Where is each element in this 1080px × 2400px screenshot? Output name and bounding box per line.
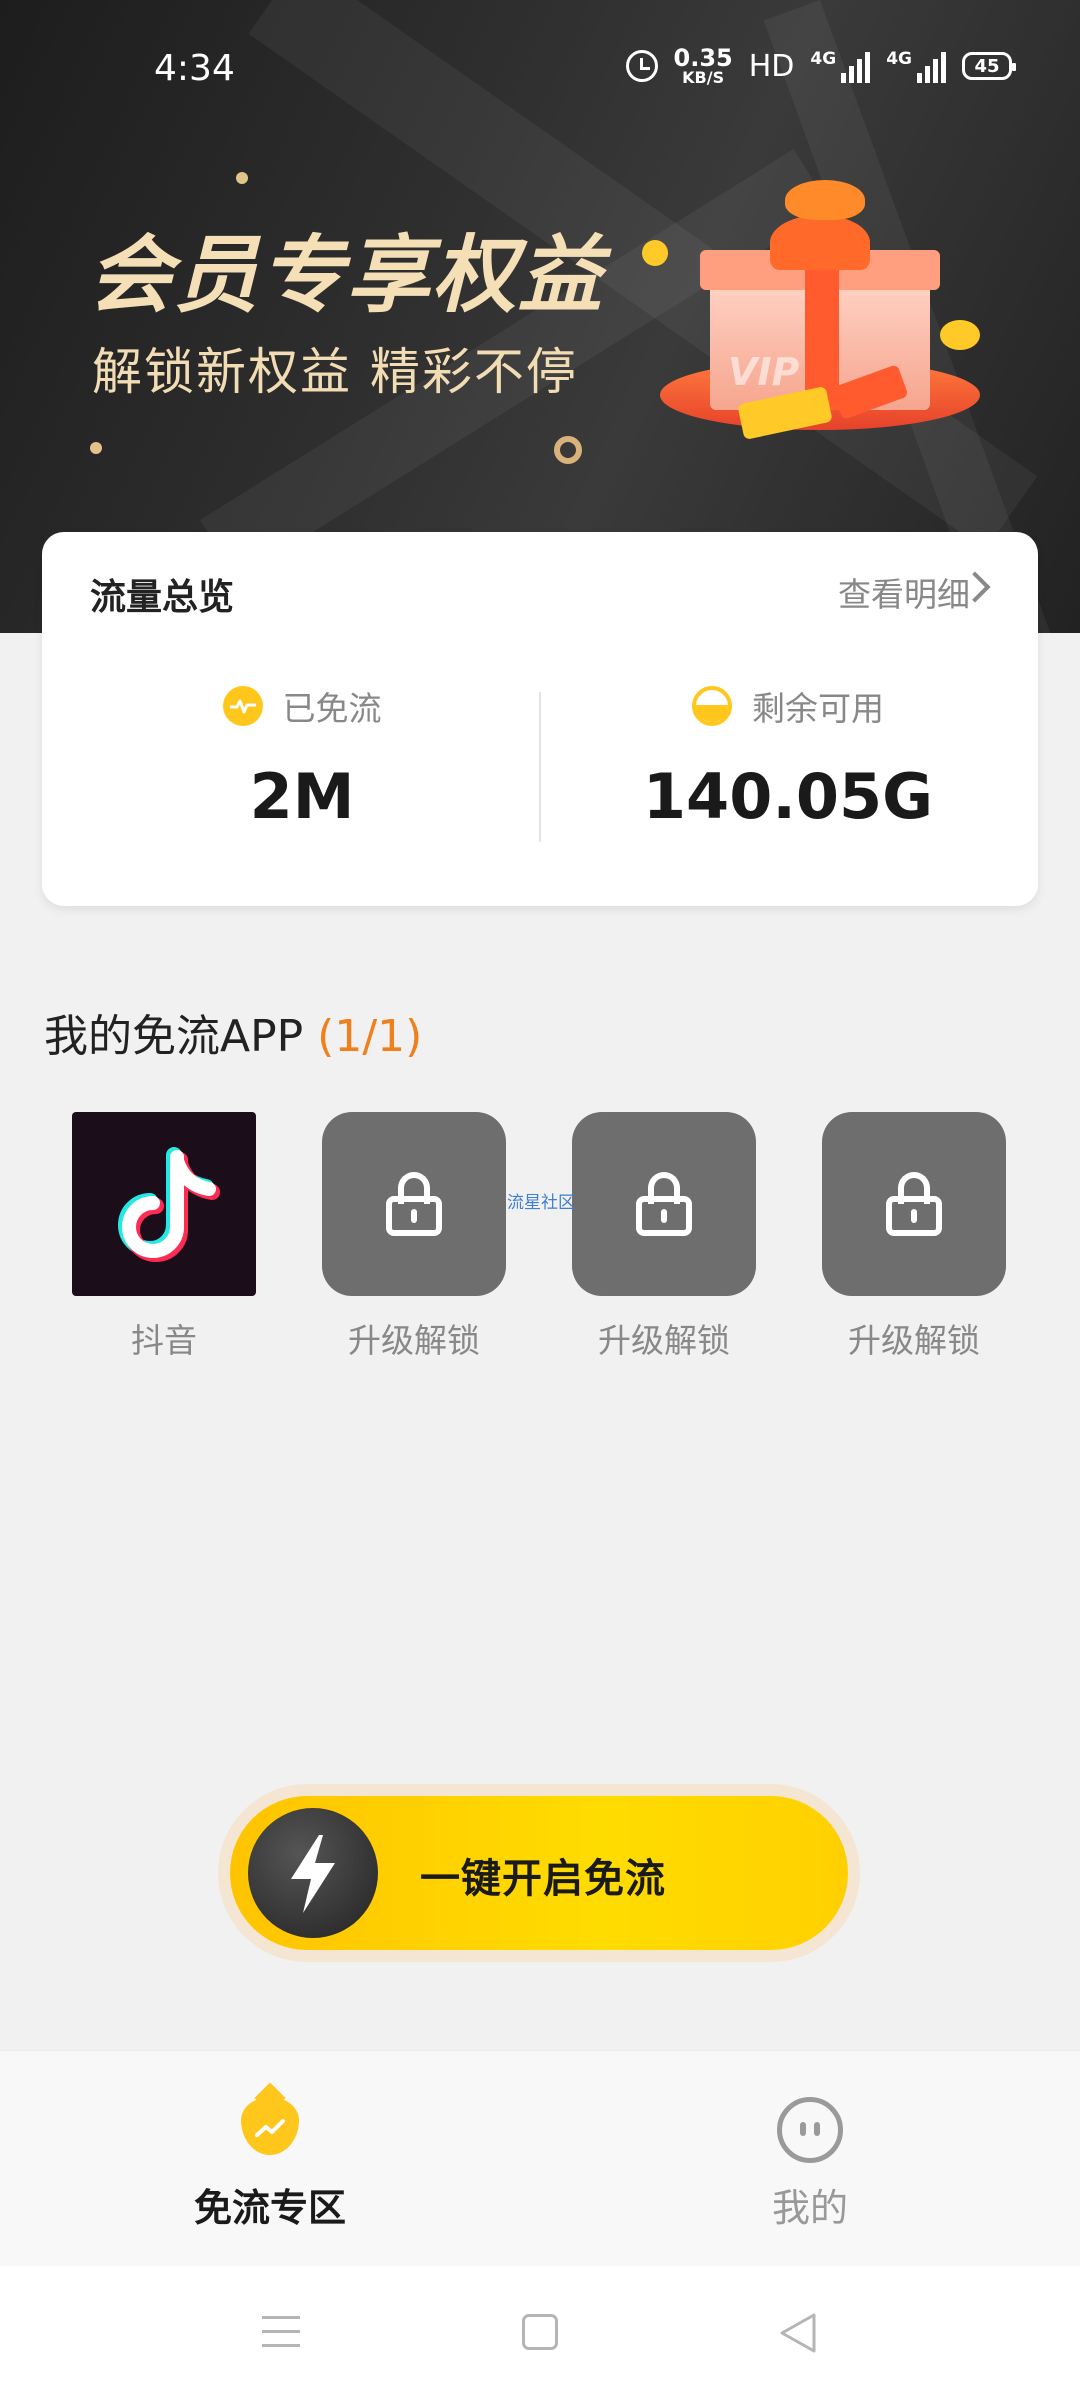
home-square-icon[interactable]: [522, 2314, 558, 2350]
enable-free-traffic-button[interactable]: 一键开启免流: [230, 1796, 848, 1950]
status-icons: 0.35 KB/S HD 4G 4G 45: [625, 46, 1016, 86]
bottom-tab-bar: 免流专区 我的: [0, 2050, 1080, 2266]
sim2-network-type: 4G: [886, 49, 912, 69]
status-bar: 4:34 0.35 KB/S HD 4G 4G 45: [0, 38, 1080, 100]
tab-free-traffic-zone[interactable]: 免流专区: [150, 2097, 390, 2232]
card-divider: [539, 692, 541, 842]
sim1-network-type: 4G: [810, 49, 837, 69]
pulse-icon: [222, 686, 263, 726]
app-name: 抖音: [131, 1321, 197, 1360]
app-item-locked[interactable]: 升级解锁: [822, 1112, 1006, 1362]
sim1-signal-icon: 4G: [810, 49, 871, 83]
alarm-icon: [625, 50, 658, 82]
banner-title: 会员专享权益: [88, 226, 605, 324]
lightning-bolt-icon: [248, 1808, 378, 1938]
decor-dot: [236, 172, 248, 184]
smiley-face-icon: [777, 2097, 843, 2163]
battery-icon: 45: [962, 52, 1016, 80]
app-name: 升级解锁: [598, 1321, 730, 1360]
network-speed-unit: KB/S: [682, 68, 725, 87]
sim2-signal-icon: 4G: [886, 49, 946, 83]
lock-icon: [386, 1172, 442, 1236]
enable-free-traffic-label: 一键开启免流: [420, 1856, 666, 1902]
back-triangle-icon[interactable]: [778, 2312, 818, 2354]
view-details-link[interactable]: 查看明细: [838, 568, 970, 616]
my-apps-count: (1/1): [317, 1011, 423, 1062]
half-fill-icon: [692, 686, 732, 726]
app-item-locked[interactable]: 升级解锁: [322, 1112, 506, 1362]
gift-box-illustration: VIP: [640, 160, 1000, 460]
system-navigation-bar: [0, 2266, 1080, 2400]
traffic-overview-title: 流量总览: [90, 577, 235, 618]
hd-voice-indicator: HD: [748, 48, 795, 84]
used-traffic-value: 2M: [249, 760, 355, 833]
locked-app-tile[interactable]: [572, 1112, 756, 1296]
remaining-traffic-stat: 剩余可用 140.05G: [588, 682, 988, 833]
vip-label: VIP: [728, 350, 800, 394]
remaining-traffic-label: 剩余可用: [752, 689, 884, 728]
tab-label: 我的: [771, 2186, 848, 2230]
tab-mine[interactable]: 我的: [690, 2097, 930, 2232]
my-apps-title-text: 我的免流APP: [44, 1011, 304, 1062]
lock-icon: [886, 1172, 942, 1236]
network-speed: 0.35 KB/S: [674, 46, 733, 86]
watermark-text: 流星社区: [507, 1193, 575, 1213]
my-apps-title: 我的免流APP (1/1): [44, 1000, 422, 1064]
app-item-locked[interactable]: 升级解锁: [572, 1112, 756, 1362]
app-item-douyin[interactable]: 抖音: [72, 1112, 256, 1362]
app-name: 升级解锁: [348, 1321, 480, 1360]
lock-icon: [636, 1172, 692, 1236]
douyin-app-icon[interactable]: [72, 1112, 256, 1296]
tab-label: 免流专区: [193, 2186, 346, 2230]
locked-app-tile[interactable]: [322, 1112, 506, 1296]
status-time: 4:34: [154, 48, 235, 89]
remaining-traffic-value: 140.05G: [642, 760, 934, 833]
used-traffic-label: 已免流: [282, 689, 382, 728]
locked-app-tile[interactable]: [822, 1112, 1006, 1296]
used-traffic-stat: 已免流 2M: [102, 682, 502, 833]
decor-ring: [554, 436, 582, 464]
app-name: 升级解锁: [848, 1321, 980, 1360]
traffic-overview-card: 流量总览 查看明细 已免流 2M 剩余可用 140.05G: [42, 532, 1038, 906]
decor-dot: [90, 442, 102, 454]
network-speed-value: 0.35: [673, 44, 733, 72]
flow-drop-icon: [241, 2097, 299, 2163]
banner-subtitle: 解锁新权益 精彩不停: [92, 343, 578, 401]
menu-icon[interactable]: [262, 2316, 300, 2348]
